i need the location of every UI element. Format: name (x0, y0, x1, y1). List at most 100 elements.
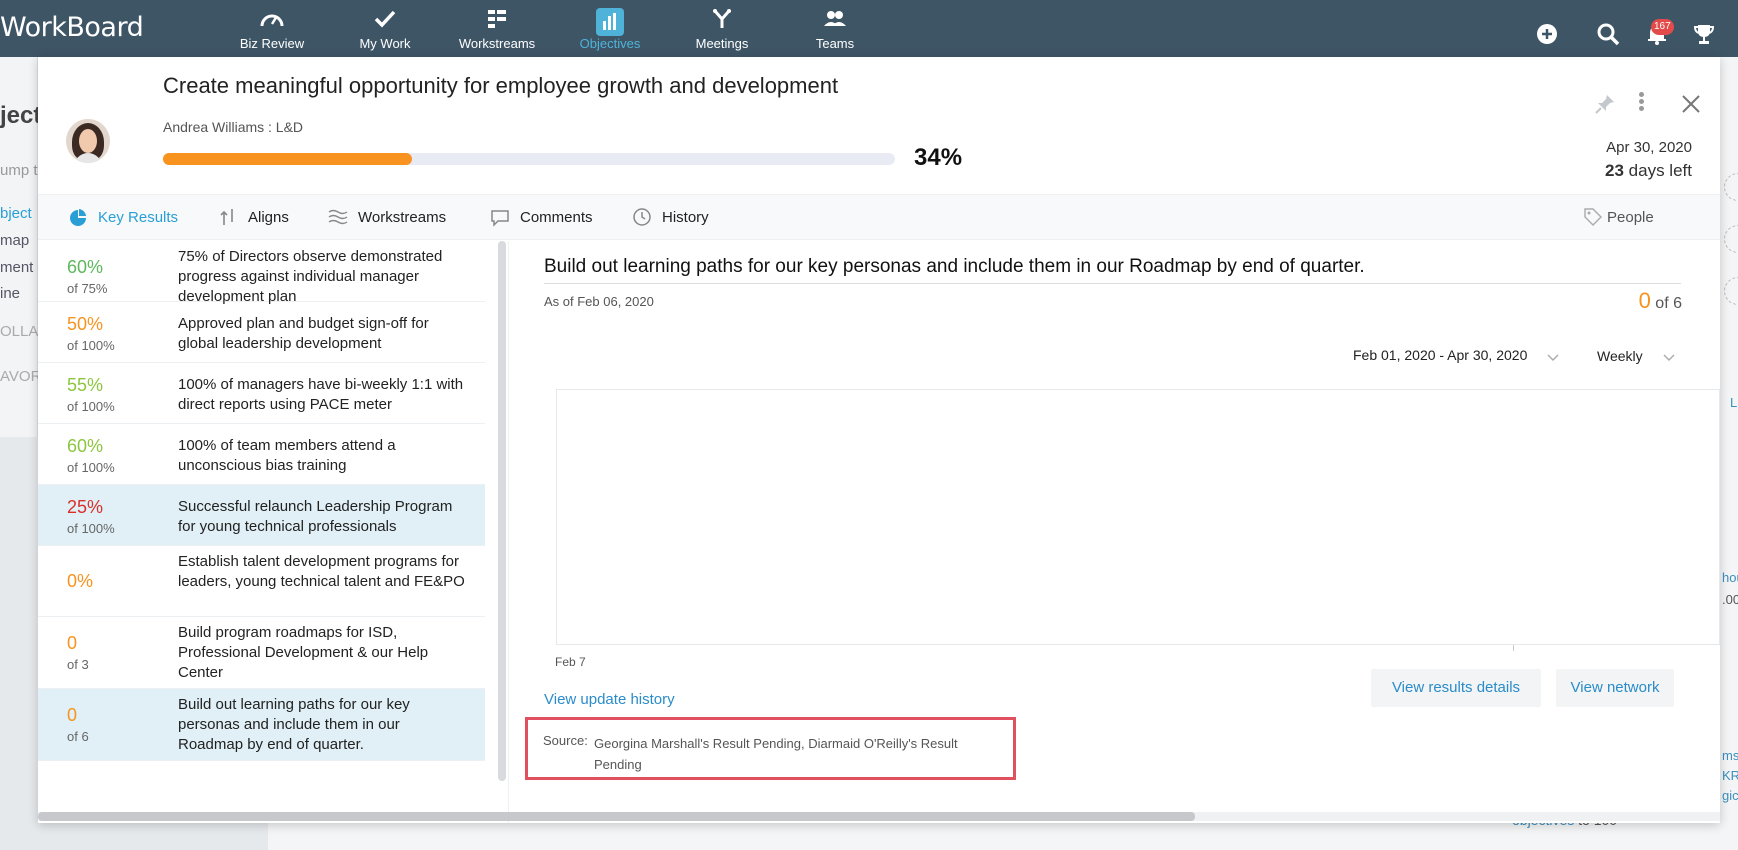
tab-key-results[interactable]: Key Results (68, 207, 178, 227)
view-network-button[interactable]: View network (1556, 669, 1674, 707)
kr-percent: 50% (67, 314, 104, 334)
nav-my-work[interactable]: My Work (330, 8, 440, 51)
tab-label: People (1607, 208, 1654, 226)
bg-nav-fragment[interactable]: ment (0, 259, 38, 276)
days-left: 23 days left (1605, 161, 1692, 181)
kr-text: 100% of managers have bi-weekly 1:1 with… (178, 376, 464, 413)
bg-section-fragment: AVOR (0, 368, 38, 385)
bg-right-fragment: .00 (1722, 592, 1738, 607)
kr-target: of 100% (67, 338, 115, 353)
key-result-row[interactable]: 0 of 3 Build program roadmaps for ISD, P… (38, 617, 485, 689)
nav-workstreams[interactable]: Workstreams (442, 8, 552, 51)
objective-title: Create meaningful opportunity for employ… (163, 73, 839, 98)
as-of-date: As of Feb 06, 2020 (544, 294, 654, 309)
nav-biz-review[interactable]: Biz Review (217, 8, 327, 51)
date-range-select[interactable]: Feb 01, 2020 - Apr 30, 2020 (1353, 347, 1527, 363)
objective-detail-modal: Create meaningful opportunity for employ… (38, 57, 1720, 823)
kr-percent: 60% (67, 257, 104, 277)
tab-label: Aligns (248, 208, 289, 226)
kr-text: 100% of team members attend a unconsciou… (178, 437, 396, 474)
kr-percent: 55% (67, 375, 104, 395)
bg-nav-fragment[interactable]: ine (0, 285, 38, 302)
bg-right-fragment: ms (1722, 748, 1738, 763)
period-select[interactable]: Weekly (1597, 348, 1643, 364)
key-result-row[interactable]: 60% of 75% 75% of Directors observe demo… (38, 241, 485, 305)
kr-text: 75% of Directors observe demonstrated pr… (178, 248, 443, 305)
gauge-icon (217, 8, 327, 36)
key-result-row[interactable]: 60% of 100% 100% of team members attend … (38, 424, 485, 485)
chevron-down-icon[interactable] (1547, 350, 1559, 362)
nav-meetings[interactable]: Meetings (667, 8, 777, 51)
modal-horizontal-scrollbar[interactable] (38, 812, 1720, 821)
top-nav-bar: WorkBoard Biz Review My Work Workstreams… (0, 0, 1738, 57)
kr-detail-title: Build out learning paths for our key per… (544, 256, 1365, 277)
notification-badge: 167 (1651, 19, 1674, 35)
objective-owner[interactable]: Andrea Williams : L&D (163, 119, 303, 135)
view-results-details-button[interactable]: View results details (1371, 669, 1541, 707)
kr-percent: 0 (67, 633, 78, 653)
tab-people[interactable]: People (1583, 207, 1654, 227)
pie-icon (68, 207, 88, 227)
nav-label: My Work (359, 36, 411, 51)
kr-progress-chart (556, 389, 1720, 645)
kr-text: Establish talent development programs fo… (178, 553, 465, 590)
chevron-down-icon[interactable] (1663, 350, 1675, 362)
chart-tick (1513, 645, 1514, 651)
tab-comments[interactable]: Comments (490, 207, 593, 227)
meetings-icon (667, 8, 777, 36)
kr-target: of 100% (67, 521, 115, 536)
kr-text: Approved plan and budget sign-off for gl… (178, 315, 429, 352)
kr-text: Successful relaunch Leadership Program f… (178, 498, 453, 535)
days-left-number: 23 (1605, 161, 1624, 180)
kr-target-value: of 6 (1650, 295, 1682, 312)
days-left-text: days left (1623, 161, 1692, 180)
key-result-row[interactable]: 0 of 6 Build out learning paths for our … (38, 689, 485, 761)
nav-label: Biz Review (239, 36, 305, 51)
kr-current-value: 0 (1638, 288, 1651, 313)
nav-teams[interactable]: Teams (780, 8, 890, 51)
source-label: Source: (543, 733, 588, 748)
kr-target: of 3 (67, 657, 89, 672)
key-result-row[interactable]: 0% Establish talent development programs… (38, 546, 485, 617)
key-result-row[interactable]: 50% of 100% Approved plan and budget sig… (38, 302, 485, 363)
tab-aligns[interactable]: Aligns (218, 207, 289, 227)
bg-search-fragment: ump t (0, 162, 38, 179)
bg-nav-fragment[interactable]: bject (0, 205, 38, 222)
more-options-icon[interactable] (1635, 90, 1647, 116)
search-icon[interactable] (1596, 22, 1620, 46)
nav-label: Objectives (579, 36, 641, 51)
pin-icon[interactable] (1594, 93, 1616, 115)
objective-progress-percent: 34% (914, 144, 963, 171)
kr-target: of 100% (67, 399, 115, 414)
due-date: Apr 30, 2020 (1606, 139, 1692, 156)
view-update-history-link[interactable]: View update history (544, 691, 675, 708)
kr-list-scrollbar[interactable] (498, 241, 506, 781)
kr-text: Build out learning paths for our key per… (178, 696, 410, 753)
scrollbar-thumb[interactable] (38, 812, 1195, 821)
clock-icon (632, 207, 652, 227)
workboard-logo[interactable]: WorkBoard (0, 12, 144, 43)
key-results-list: 60% of 75% 75% of Directors observe demo… (38, 241, 485, 823)
kr-progress-count: 0 of 6 (1639, 288, 1682, 314)
tab-history[interactable]: History (632, 207, 709, 227)
tab-workstreams[interactable]: Workstreams (328, 207, 446, 227)
owner-avatar[interactable] (66, 119, 110, 163)
aligns-icon (218, 207, 238, 227)
add-icon[interactable] (1535, 22, 1559, 46)
bg-section-fragment: OLLA (0, 323, 38, 340)
trophy-icon[interactable] (1692, 22, 1716, 46)
tab-label: History (662, 208, 709, 226)
comment-icon (490, 207, 510, 227)
key-result-row[interactable]: 25% of 100% Successful relaunch Leadersh… (38, 485, 485, 546)
tab-label: Key Results (98, 208, 179, 226)
bg-nav-fragment[interactable]: map (0, 232, 38, 249)
bg-heading-fragment: ject (0, 102, 38, 129)
nav-label: Workstreams (458, 36, 536, 51)
source-text: Georgina Marshall's Result Pending, Diar… (594, 736, 958, 772)
kr-percent: 0 (67, 705, 78, 725)
key-result-row[interactable]: 55% of 100% 100% of managers have bi-wee… (38, 363, 485, 424)
checkmark-icon (330, 8, 440, 36)
nav-objectives[interactable]: Objectives (555, 8, 665, 51)
kr-percent: 0% (67, 571, 94, 591)
close-icon[interactable] (1678, 91, 1704, 117)
